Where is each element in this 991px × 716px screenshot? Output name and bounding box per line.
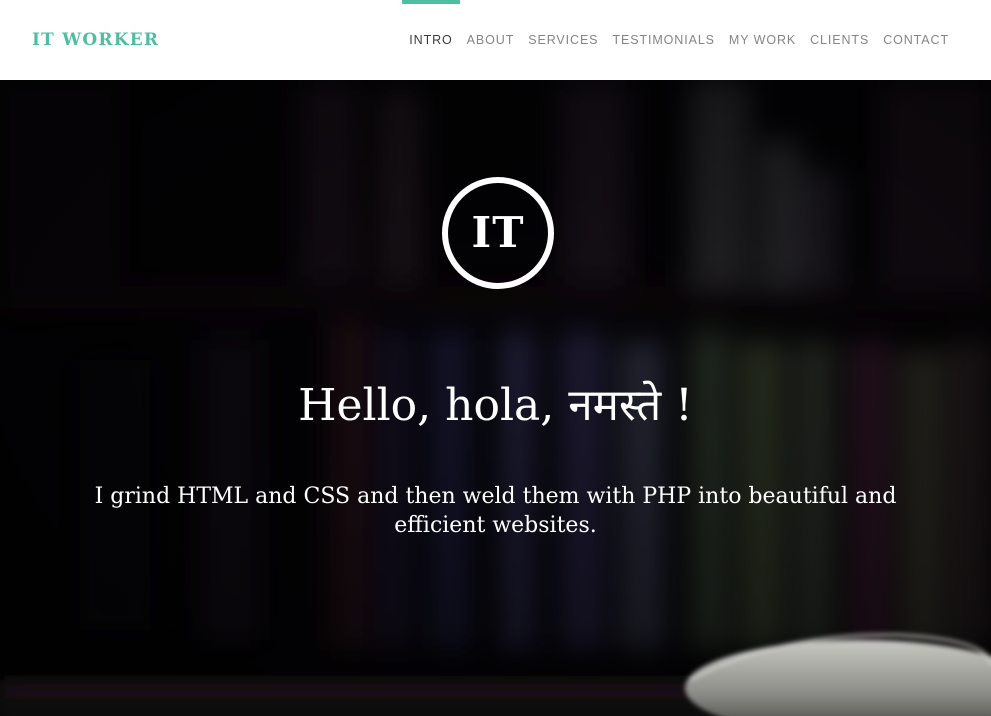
nav-item-services[interactable]: SERVICES <box>521 0 605 80</box>
nav-item-about[interactable]: ABOUT <box>460 0 522 80</box>
nav-item-my-work[interactable]: MY WORK <box>722 0 803 80</box>
nav-item-label: SERVICES <box>528 33 599 47</box>
main-nav: INTRO ABOUT SERVICES TESTIMONIALS MY WOR… <box>402 0 956 80</box>
nav-item-testimonials[interactable]: TESTIMONIALS <box>605 0 721 80</box>
logo-badge-text: IT <box>471 208 525 257</box>
logo-badge: IT <box>442 177 554 289</box>
site-header: IT WORKER INTRO ABOUT SERVICES TESTIMONI… <box>0 0 991 80</box>
nav-item-contact[interactable]: CONTACT <box>876 0 956 80</box>
nav-item-label: CONTACT <box>883 33 949 47</box>
intro-hero: IT Hello, hola, नमस्ते ! I grind HTML an… <box>0 80 991 716</box>
hero-tagline: I grind HTML and CSS and then weld them … <box>94 484 897 538</box>
nav-item-label: MY WORK <box>728 33 797 47</box>
nav-item-label: ABOUT <box>466 33 515 47</box>
nav-item-intro[interactable]: INTRO <box>402 0 461 80</box>
hero-headline: Hello, hola, नमस्ते ! <box>298 380 693 431</box>
nav-item-label: TESTIMONIALS <box>612 33 715 47</box>
brand-logo[interactable]: IT WORKER <box>32 30 159 50</box>
nav-item-label: INTRO <box>409 33 453 47</box>
nav-item-clients[interactable]: CLIENTS <box>803 0 876 80</box>
nav-item-label: CLIENTS <box>810 33 870 47</box>
